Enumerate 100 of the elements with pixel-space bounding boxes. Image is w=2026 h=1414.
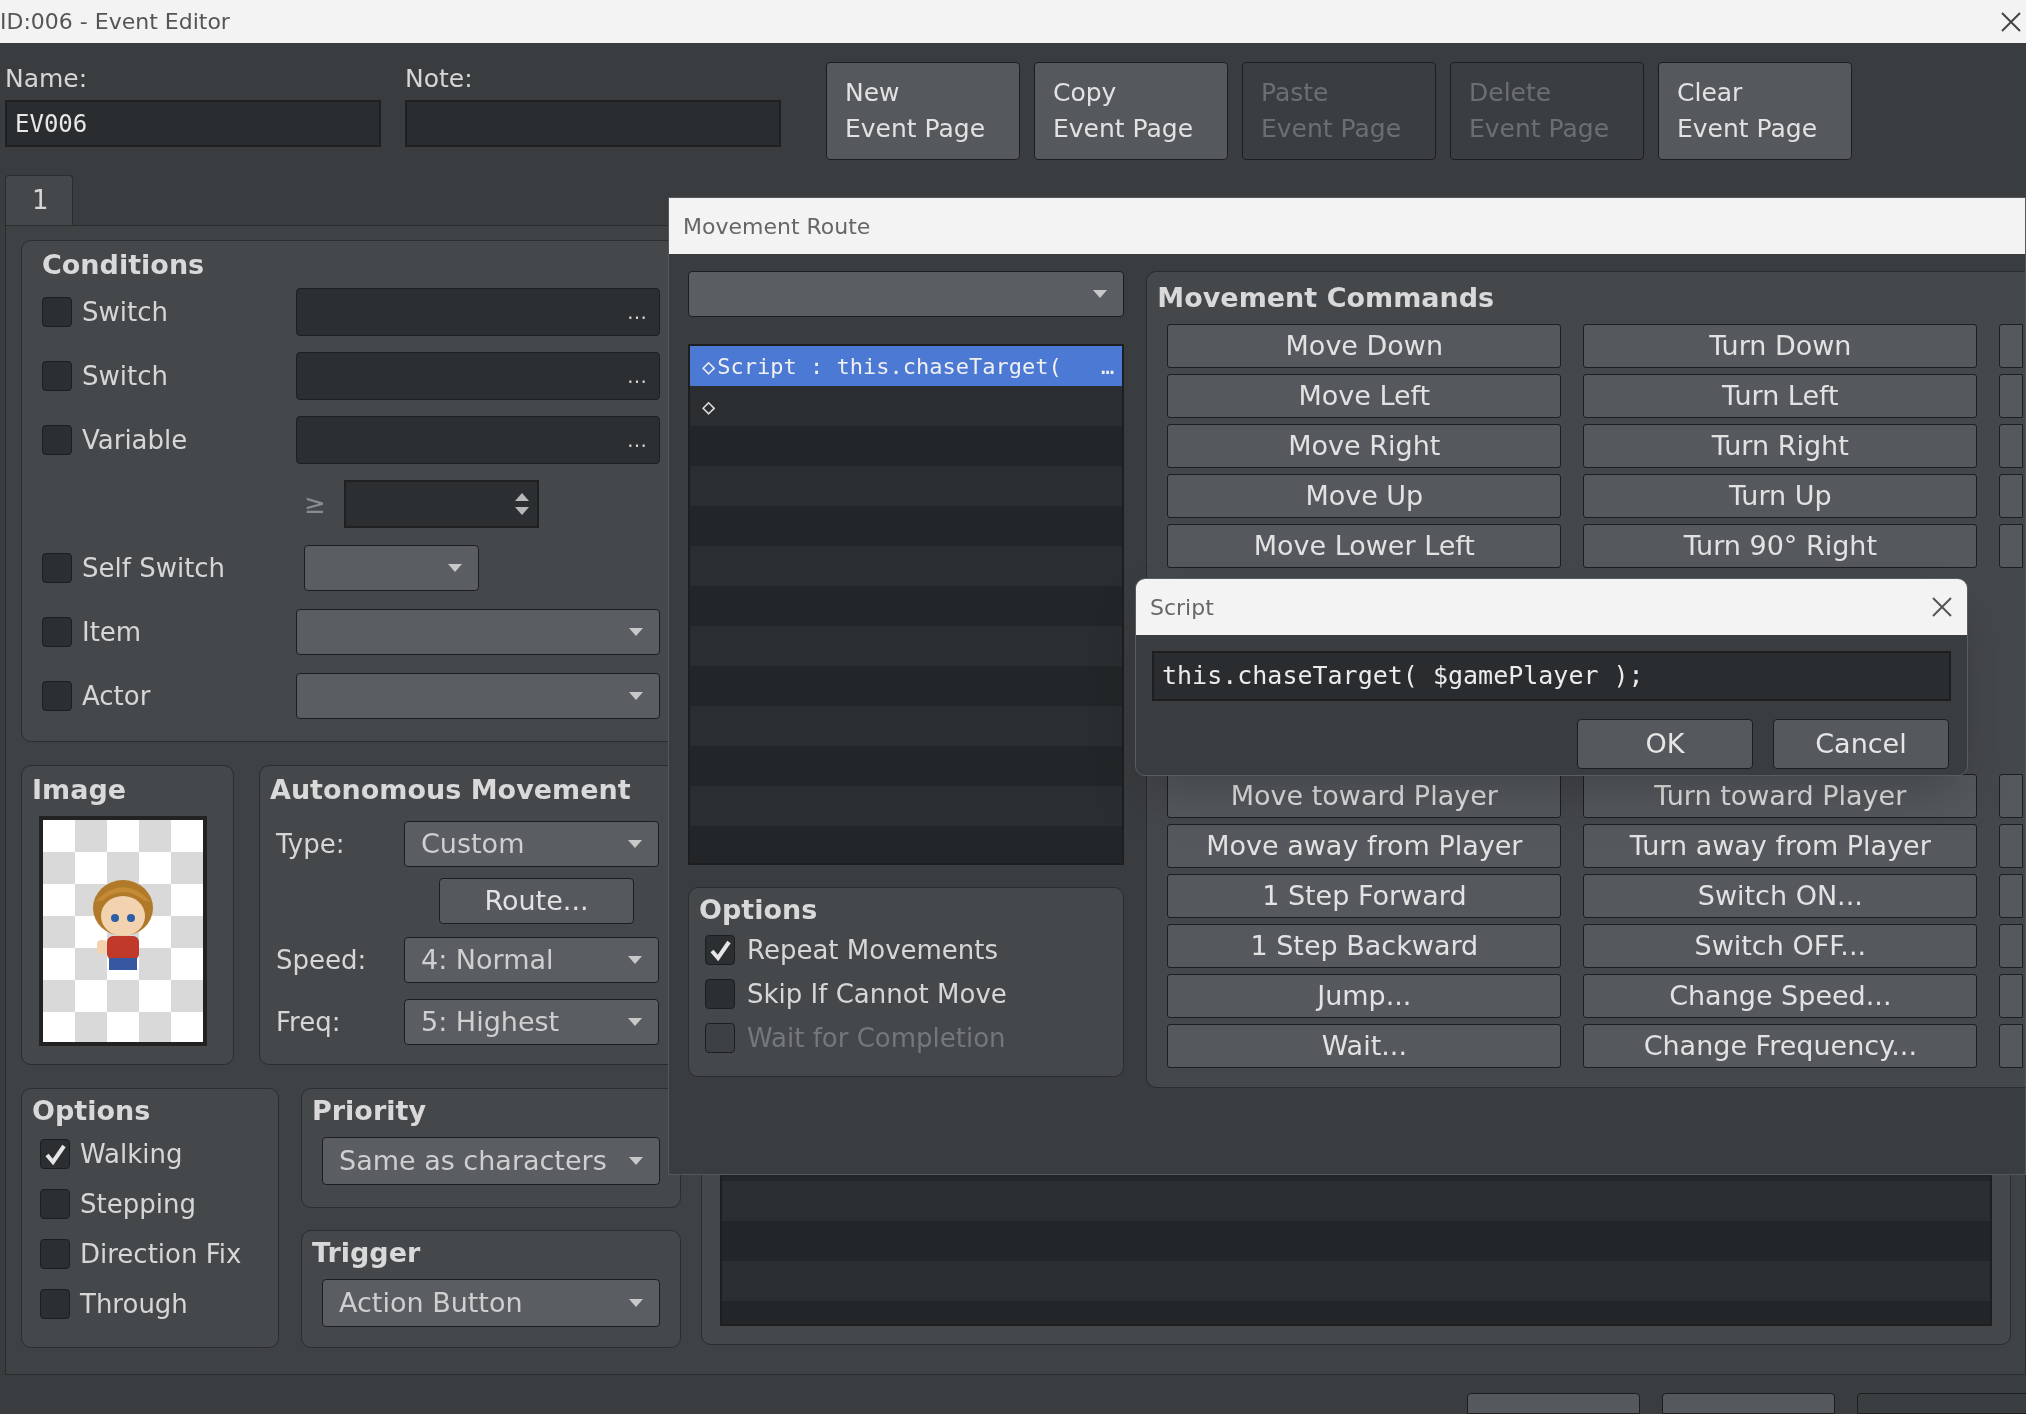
command-button[interactable]: Jump... (1167, 974, 1562, 1018)
page-button[interactable]: Clear Event Page (1658, 62, 1852, 160)
checkbox-label: Actor (82, 679, 151, 713)
command-button[interactable]: 1 Step Backward (1167, 924, 1562, 968)
checkbox[interactable] (40, 1139, 70, 1169)
command-button[interactable]: Move Right (1167, 424, 1562, 468)
command-button[interactable]: Turn Right (1583, 424, 1978, 468)
checkbox[interactable] (40, 1289, 70, 1319)
command-button[interactable]: Turn Down (1583, 324, 1978, 368)
command-button[interactable] (1999, 774, 2024, 818)
checkbox[interactable] (705, 979, 735, 1009)
list-item[interactable]: ◇Script : this.chaseTarget( … (690, 346, 1123, 386)
close-icon (1931, 596, 1953, 618)
checkbox-label: Skip If Cannot Move (747, 977, 1007, 1011)
dropdown[interactable]: 4: Normal (404, 937, 659, 983)
number-field[interactable] (344, 480, 539, 528)
command-button[interactable] (1999, 324, 2024, 368)
checkbox-label: Repeat Movements (747, 933, 999, 967)
command-button[interactable]: Move Left (1167, 374, 1562, 418)
name-field[interactable]: EV006 (5, 100, 381, 147)
script-command-text: Script : this.chaseTarget( (717, 352, 1063, 381)
dropdown[interactable] (295, 673, 660, 719)
command-button[interactable]: Change Speed... (1583, 974, 1978, 1018)
caret-icon (448, 564, 462, 572)
checkbox[interactable] (42, 553, 72, 583)
dropdown[interactable]: 5: Highest (404, 999, 659, 1045)
command-button[interactable] (1999, 974, 2024, 1018)
checkbox[interactable] (42, 425, 72, 455)
command-button[interactable]: Move toward Player (1167, 774, 1562, 818)
dialog-button[interactable]: OK (1577, 719, 1753, 769)
command-button[interactable]: Switch ON... (1583, 874, 1978, 918)
caret-icon (628, 956, 642, 964)
tab[interactable]: 1 (5, 175, 73, 225)
command-button[interactable]: Move Up (1167, 474, 1562, 518)
script-input[interactable]: this.chaseTarget( $gamePlayer ); (1152, 651, 1951, 701)
checkbox-label: Direction Fix (80, 1237, 242, 1271)
picker-field[interactable]: … (296, 416, 660, 464)
comparison-symbol: ≥ (304, 487, 327, 521)
command-button[interactable]: Move Down (1167, 324, 1562, 368)
route-button[interactable]: Route... (439, 878, 634, 924)
checkbox-label: Stepping (80, 1187, 196, 1221)
command-button[interactable] (1999, 424, 2024, 468)
checkbox-label: Switch (82, 295, 168, 329)
picker-field[interactable]: … (296, 288, 660, 336)
window-title: ID:006 - Event Editor (0, 8, 230, 36)
dropdown[interactable] (304, 545, 479, 591)
command-button[interactable]: Change Frequency... (1583, 1024, 1978, 1068)
group-title: Trigger (312, 1236, 422, 1270)
command-button[interactable]: Turn 90° Right (1583, 524, 1978, 568)
command-button[interactable] (1999, 1024, 2024, 1068)
checkbox[interactable] (705, 935, 735, 965)
dialog-button[interactable]: Cancel (1773, 719, 1949, 769)
checkbox[interactable] (40, 1239, 70, 1269)
dropdown[interactable]: Custom (404, 821, 659, 867)
dialog-title: Script (1150, 593, 1214, 622)
command-button[interactable]: Turn toward Player (1583, 774, 1978, 818)
group-title: Options (699, 893, 819, 927)
list-item[interactable]: ◇ (690, 386, 1123, 426)
dialog-button[interactable] (1467, 1393, 1640, 1414)
checkmark-icon (44, 1143, 66, 1165)
note-field[interactable] (405, 100, 781, 147)
more-indicator: … (1101, 352, 1115, 381)
dropdown[interactable] (688, 271, 1125, 317)
dialog-button[interactable] (1662, 1393, 1835, 1414)
dropdown[interactable]: Same as characters (322, 1137, 660, 1185)
spinner-arrows-icon (515, 491, 529, 517)
dropdown[interactable] (295, 609, 660, 655)
dropdown-value: Action Button (339, 1285, 523, 1320)
page-button[interactable]: Copy Event Page (1034, 62, 1228, 160)
checkbox[interactable] (42, 617, 72, 647)
command-button[interactable]: Move Lower Left (1167, 524, 1562, 568)
command-button[interactable] (1999, 524, 2024, 568)
command-button[interactable] (1999, 374, 2024, 418)
caret-icon (629, 1157, 643, 1165)
command-button[interactable] (1999, 924, 2024, 968)
command-button[interactable] (1999, 474, 2024, 518)
group-title: Conditions (42, 248, 206, 282)
checkbox[interactable] (40, 1189, 70, 1219)
checkbox-label: Variable (82, 423, 188, 457)
command-button[interactable]: 1 Step Forward (1167, 874, 1562, 918)
field-label: Name: (5, 63, 89, 95)
dropdown-value: Same as characters (339, 1143, 607, 1178)
command-button[interactable] (1999, 874, 2024, 918)
command-button[interactable]: Turn away from Player (1583, 824, 1978, 868)
command-button[interactable]: Switch OFF... (1583, 924, 1978, 968)
checkbox[interactable] (42, 361, 72, 391)
dropdown-value: Custom (421, 826, 525, 861)
checkbox-label: Self Switch (82, 551, 226, 585)
page-button[interactable]: New Event Page (826, 62, 1020, 160)
command-button[interactable]: Turn Left (1583, 374, 1978, 418)
group-title: Image (32, 773, 128, 807)
dropdown[interactable]: Action Button (322, 1279, 660, 1327)
picker-field[interactable]: … (296, 352, 660, 400)
command-button[interactable]: Move away from Player (1167, 824, 1562, 868)
command-button[interactable] (1999, 824, 2024, 868)
command-button[interactable]: Wait... (1167, 1024, 1562, 1068)
command-button[interactable]: Turn Up (1583, 474, 1978, 518)
checkbox[interactable] (42, 297, 72, 327)
group-title: Priority (312, 1094, 427, 1128)
checkbox[interactable] (42, 681, 72, 711)
